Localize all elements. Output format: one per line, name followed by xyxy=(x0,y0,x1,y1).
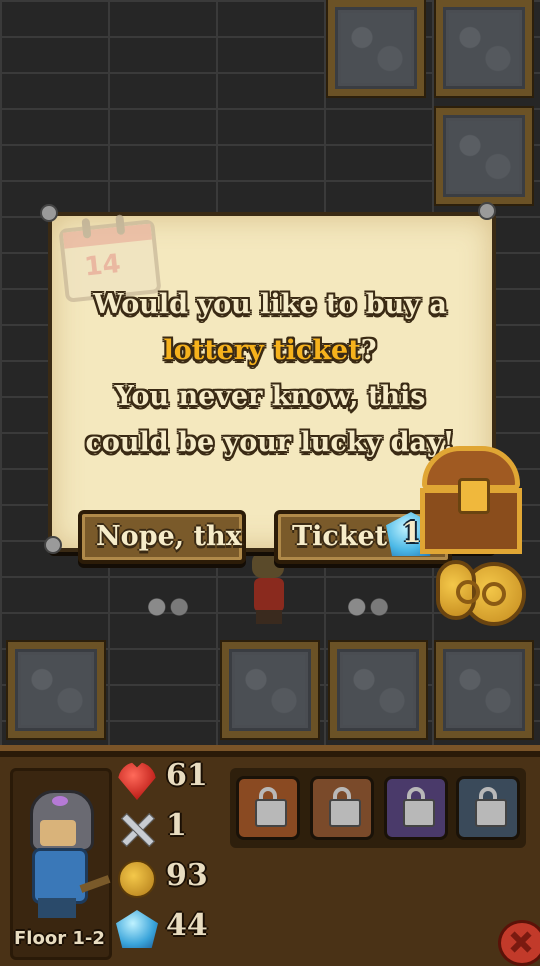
pin-icon xyxy=(40,204,58,222)
stone-tile[interactable] xyxy=(436,642,532,738)
stone-tile[interactable] xyxy=(330,642,426,738)
locked-item-slot[interactable] xyxy=(310,776,374,840)
dialog-line-4: could be your lucky day! xyxy=(85,427,455,458)
knight-legs xyxy=(38,898,76,918)
stone-tile[interactable] xyxy=(222,642,318,738)
crossed-swords-icon xyxy=(118,810,156,848)
pin-icon xyxy=(44,536,62,554)
locked-item-slot[interactable] xyxy=(384,776,448,840)
treasure-chest-icon[interactable] xyxy=(416,442,526,560)
bone-pile xyxy=(140,596,196,618)
locked-item-slot[interactable] xyxy=(236,776,300,840)
dialog-line-1: Would you like to buy a xyxy=(93,289,447,320)
knight-face xyxy=(40,820,76,846)
stone-tile[interactable] xyxy=(436,108,532,204)
calendar-day: 14 xyxy=(82,248,123,283)
decline-button[interactable]: Nope, thx xyxy=(78,510,246,564)
dialog-line-2: lottery ticket? xyxy=(70,328,470,374)
stone-tile[interactable] xyxy=(436,0,532,96)
floor-label: Floor 1-2 xyxy=(14,928,105,949)
knight-armor xyxy=(32,848,88,904)
hero-legs xyxy=(256,610,282,624)
helmet-gem xyxy=(52,796,68,806)
pin-icon xyxy=(478,202,496,220)
bone-pile xyxy=(340,596,396,618)
hero-body xyxy=(254,578,284,612)
gems-value: 44 xyxy=(166,908,208,943)
close-icon[interactable] xyxy=(498,920,540,966)
locked-item-slot[interactable] xyxy=(456,776,520,840)
gold-value: 93 xyxy=(166,858,208,893)
stone-tile[interactable] xyxy=(8,642,104,738)
gold-coin-icon[interactable] xyxy=(436,560,480,620)
attack-value: 1 xyxy=(166,808,187,843)
decline-button-label: Nope, thx xyxy=(96,521,242,552)
buy-ticket-button-label: Ticket xyxy=(292,521,388,552)
dialog-line-2-end: ? xyxy=(360,335,377,366)
lottery-ticket-highlight: lottery ticket xyxy=(163,335,361,366)
stone-tile[interactable] xyxy=(328,0,424,96)
dialog-message: Would you like to buy a lottery ticket? … xyxy=(70,282,470,466)
dialog-line-3: You never know, this xyxy=(114,381,426,412)
gold-coin-icon xyxy=(118,860,156,898)
health-value: 61 xyxy=(166,758,208,793)
